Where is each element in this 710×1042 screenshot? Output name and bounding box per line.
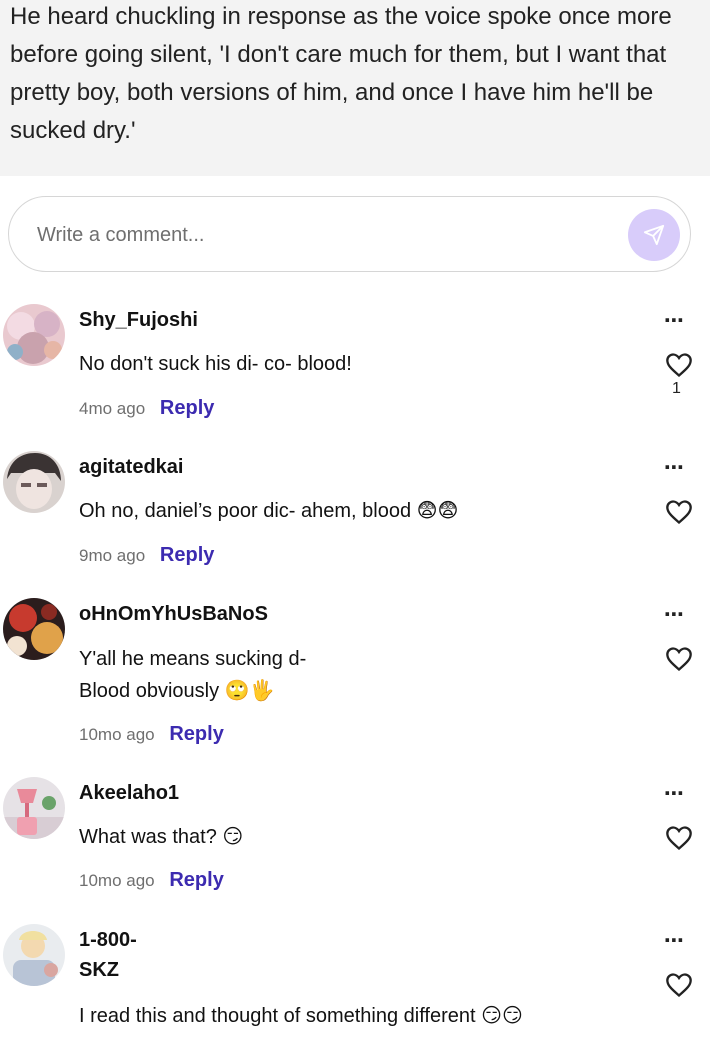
story-line: pretty boy, both versions of him, and on… bbox=[10, 79, 654, 106]
avatar[interactable] bbox=[3, 598, 65, 660]
avatar[interactable] bbox=[3, 924, 65, 986]
more-options-icon[interactable]: ⋯ bbox=[664, 602, 685, 627]
timestamp: 10mo ago bbox=[79, 871, 155, 890]
reply-button[interactable]: Reply bbox=[160, 397, 214, 419]
comment-text-line: Y'all he means sucking d- bbox=[79, 648, 307, 670]
comment-text: What was that? 😏 bbox=[79, 826, 244, 848]
username-line: SKZ bbox=[79, 959, 119, 981]
send-button[interactable] bbox=[628, 209, 680, 261]
comment-meta: 4mo ago Reply bbox=[79, 397, 214, 420]
username[interactable]: Akeelaho1 bbox=[79, 778, 209, 808]
timestamp: 9mo ago bbox=[79, 546, 146, 565]
username[interactable]: oHnOmYhUsBaNoS bbox=[79, 599, 279, 629]
more-options-icon[interactable]: ⋯ bbox=[664, 308, 685, 333]
comment-box bbox=[8, 196, 691, 272]
timestamp: 4mo ago bbox=[79, 399, 146, 418]
timestamp: 10mo ago bbox=[79, 725, 155, 744]
comment-meta: 10mo ago Reply bbox=[79, 723, 224, 746]
avatar[interactable] bbox=[3, 777, 65, 839]
send-icon bbox=[643, 224, 665, 246]
like-count: 1 bbox=[672, 380, 681, 397]
heart-icon[interactable] bbox=[665, 352, 693, 378]
comment-text: I read this and thought of something dif… bbox=[79, 1005, 523, 1027]
heart-icon[interactable] bbox=[665, 646, 693, 672]
comment-meta: 9mo ago Reply bbox=[79, 544, 214, 567]
username[interactable]: agitatedkai bbox=[79, 452, 209, 482]
story-line: sucked dry.' bbox=[10, 117, 136, 144]
reply-button[interactable]: Reply bbox=[169, 869, 223, 891]
comment-meta: 10mo ago Reply bbox=[79, 869, 224, 892]
comment-text: Oh no, daniel’s poor dic- ahem, blood 😨😨 bbox=[79, 500, 459, 522]
more-options-icon[interactable]: ⋯ bbox=[664, 781, 685, 806]
username[interactable]: Shy_Fujoshi bbox=[79, 305, 209, 335]
reply-button[interactable]: Reply bbox=[169, 723, 223, 745]
comment-input[interactable] bbox=[35, 217, 599, 253]
story-excerpt: He heard chuckling in response as the vo… bbox=[0, 0, 710, 176]
avatar[interactable] bbox=[3, 304, 65, 366]
heart-icon[interactable] bbox=[665, 825, 693, 851]
reply-button[interactable]: Reply bbox=[160, 544, 214, 566]
heart-icon[interactable] bbox=[665, 499, 693, 525]
avatar[interactable] bbox=[3, 451, 65, 513]
story-line: He heard chuckling in response as the vo… bbox=[10, 3, 672, 30]
comment-text: Y'all he means sucking d- Blood obviousl… bbox=[79, 643, 639, 707]
story-line: before going silent, 'I don't care much … bbox=[10, 41, 667, 68]
comment-text: No don't suck his di- co- blood! bbox=[79, 353, 352, 375]
username-line: 1-800- bbox=[79, 929, 137, 951]
heart-icon[interactable] bbox=[665, 972, 693, 998]
comment-text-line: Blood obviously 🙄🖐 bbox=[79, 680, 275, 702]
more-options-icon[interactable]: ⋯ bbox=[664, 928, 685, 953]
more-options-icon[interactable]: ⋯ bbox=[664, 455, 685, 480]
username[interactable]: 1-800- SKZ bbox=[79, 925, 209, 985]
